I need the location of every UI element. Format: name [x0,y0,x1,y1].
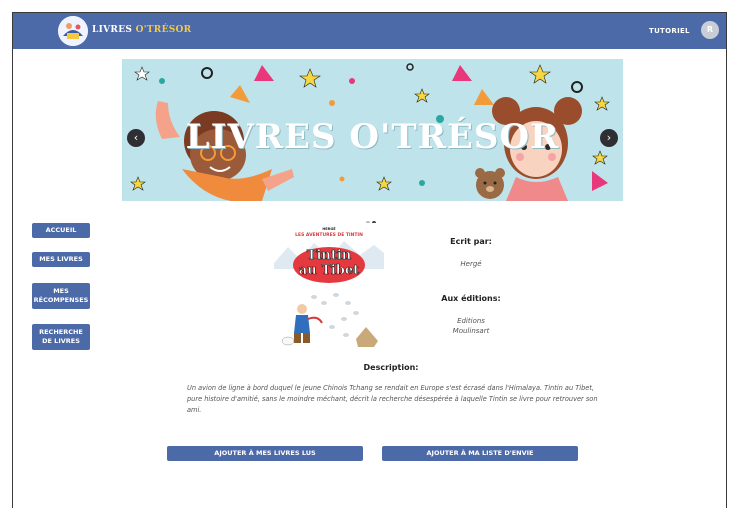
brand-accent: O'TRÉSOR [135,25,192,35]
publisher-value-line1: Editions [457,317,485,325]
carousel-prev-button[interactable]: ‹ [127,129,145,147]
description-text: Un avion de ligne à bord duquel le jeune… [187,384,598,414]
top-navbar: LIVRES O'TRÉSOR TUTORIEL R [13,13,726,49]
banner-carousel: LIVRES O'TRÉSOR ‹ › [122,59,623,201]
app-window: LIVRES O'TRÉSOR TUTORIEL R LIVRES O'TRÉS… [12,12,727,508]
cover-series: LES AVENTURES DE TINTIN [295,233,363,238]
book-cover-image: HERGÉ LES AVENTURES DE TINTIN Tintin au … [274,223,384,357]
cover-title-line1: Tintin [306,248,352,264]
cover-author: HERGÉ [322,227,336,231]
brand-name[interactable]: LIVRES O'TRÉSOR [92,25,191,35]
author-label: Ecrit par: [450,237,492,246]
author-value: Hergé [460,260,482,268]
sidebar-item-mes-livres[interactable]: MES LIVRES [32,252,90,267]
add-to-wishlist-button[interactable]: AJOUTER À MA LISTE D'ENVIE [382,446,578,461]
add-to-read-button[interactable]: AJOUTER À MES LIVRES LUS [167,446,363,461]
sidebar-item-mes-recompenses[interactable]: MES RÉCOMPENSES [32,283,90,309]
publisher-value-line2: Moulinsart [452,327,490,335]
carousel-next-button[interactable]: › [600,129,618,147]
tutoriel-link[interactable]: TUTORIEL [649,27,690,35]
description-label: Description: [363,363,419,372]
cover-title-line2: au Tibet [298,263,360,279]
user-avatar[interactable]: R [701,21,719,39]
sidebar-item-recherche-de-livres[interactable]: RECHERCHE DE LIVRES [32,324,90,350]
publisher-label: Aux éditions: [441,294,501,303]
banner-title: LIVRES O'TRÉSOR [185,117,560,157]
logo-icon[interactable] [58,16,88,46]
sidebar-item-accueil[interactable]: ACCUEIL [32,223,90,238]
